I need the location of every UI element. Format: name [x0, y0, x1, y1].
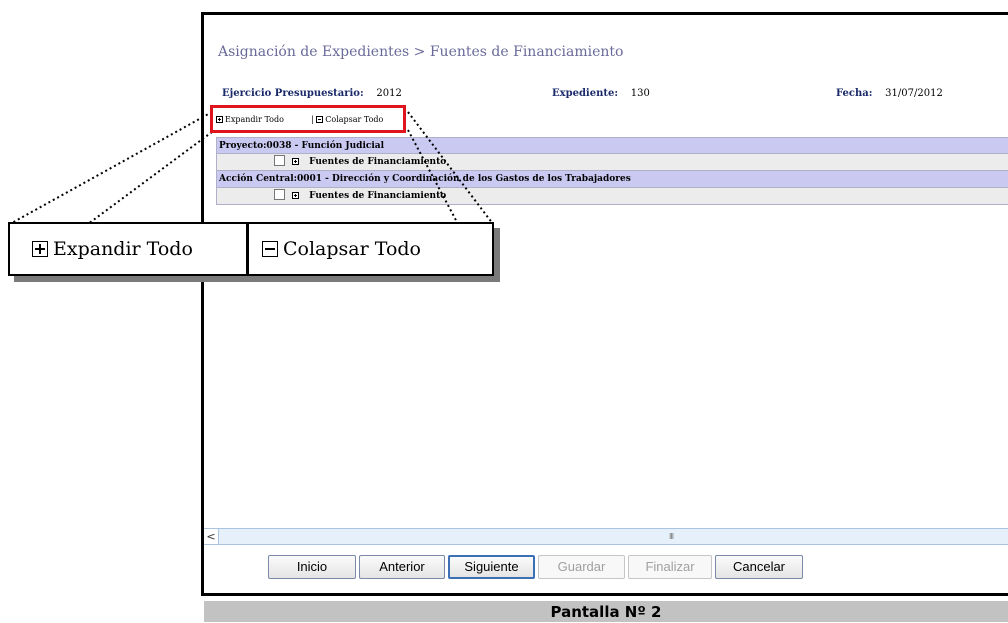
callout-collapse-label: Colapsar Todo [283, 238, 421, 260]
scroll-grip-icon[interactable]: III [669, 532, 674, 541]
callout-expand-all: Expandir Todo [8, 222, 248, 276]
scroll-left-arrow-icon[interactable]: < [204, 529, 219, 544]
siguiente-button[interactable]: Siguiente [448, 555, 535, 579]
highlight-box [210, 105, 406, 133]
callout-expand-label: Expandir Todo [53, 238, 193, 260]
cancelar-button[interactable]: Cancelar [715, 555, 803, 579]
anterior-button[interactable]: Anterior [359, 555, 445, 579]
inicio-button[interactable]: Inicio [268, 555, 356, 579]
finalizar-button[interactable]: Finalizar [628, 555, 712, 579]
figure-caption: Pantalla Nº 2 [204, 601, 1008, 622]
guardar-button[interactable]: Guardar [538, 555, 625, 579]
horizontal-scrollbar[interactable]: < III [204, 528, 1008, 545]
callout-collapse-all: Colapsar Todo [247, 222, 494, 276]
minus-square-icon [262, 241, 278, 257]
button-bar: Inicio Anterior Siguiente Guardar Finali… [268, 555, 803, 579]
plus-square-icon [32, 241, 48, 257]
